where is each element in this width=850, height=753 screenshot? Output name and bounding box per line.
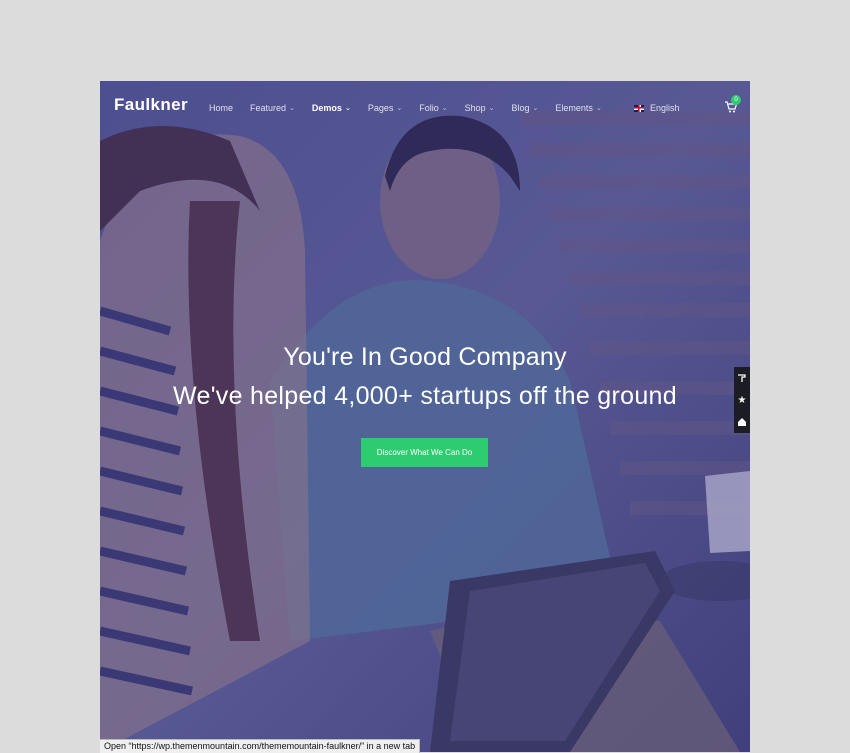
nav-item-elements[interactable]: Elements ⌄ [555, 103, 601, 113]
nav-item-label: Elements [555, 103, 593, 113]
nav-item-home[interactable]: Home [209, 103, 233, 113]
hero-title: We've helped 4,000+ startups off the gro… [173, 382, 677, 410]
nav-item-pages[interactable]: Pages ⌄ [368, 103, 402, 113]
side-toolbar: ★ [734, 367, 750, 433]
browser-status-bar: Open “https://wp.themenmountain.com/them… [100, 739, 421, 753]
language-label: English [650, 103, 680, 113]
hero-overlay [100, 81, 750, 752]
language-switcher[interactable]: English [634, 103, 680, 113]
site-logo[interactable]: Faulkner [114, 95, 188, 115]
star-icon[interactable]: ★ [734, 389, 750, 411]
uk-flag-icon [634, 104, 644, 112]
nav-item-label: Shop [464, 103, 486, 113]
home-icon[interactable] [734, 411, 750, 433]
nav-item-label: Folio [419, 103, 439, 113]
nav-item-label: Home [209, 103, 234, 113]
nav-item-label: Demos [311, 103, 342, 113]
nav-item-demos[interactable]: Demos ⌄ [312, 103, 351, 113]
nav-item-label: Blog [511, 103, 530, 113]
chevron-down-icon: ⌄ [441, 105, 448, 112]
chevron-down-icon: ⌄ [289, 105, 295, 112]
nav-item-shop[interactable]: Shop ⌄ [465, 103, 495, 113]
nav-item-folio[interactable]: Folio ⌄ [419, 103, 447, 113]
main-menu: Home Featured ⌄ Demos ⌄ Pages ⌄ Folio ⌄ Shop ⌄ Blog… [209, 103, 619, 113]
website-frame: Faulkner Home Featured ⌄ Demos ⌄ Pages ⌄ Folio ⌄… [100, 81, 750, 752]
hero-subtitle: You're In Good Company [283, 343, 567, 371]
chevron-down-icon: ⌄ [396, 105, 403, 112]
chevron-down-icon: ⌄ [344, 105, 351, 112]
chevron-down-icon: ⌄ [488, 105, 495, 112]
cart-count-badge: 0 [731, 95, 741, 105]
discover-button[interactable]: Discover What We Can Do [361, 438, 488, 467]
nav-item-featured[interactable]: Featured ⌄ [250, 103, 295, 113]
nav-item-label: Featured [250, 103, 287, 113]
chevron-down-icon: ⌄ [532, 105, 539, 112]
nav-item-blog[interactable]: Blog ⌄ [512, 103, 539, 113]
paint-roller-icon[interactable] [734, 367, 750, 389]
nav-item-label: Pages [367, 103, 394, 113]
chevron-down-icon: ⌄ [595, 105, 602, 112]
top-navigation: Faulkner Home Featured ⌄ Demos ⌄ Pages ⌄ Folio ⌄… [100, 81, 750, 137]
hero-content: You're In Good Company We've helped 4,00… [100, 343, 750, 411]
